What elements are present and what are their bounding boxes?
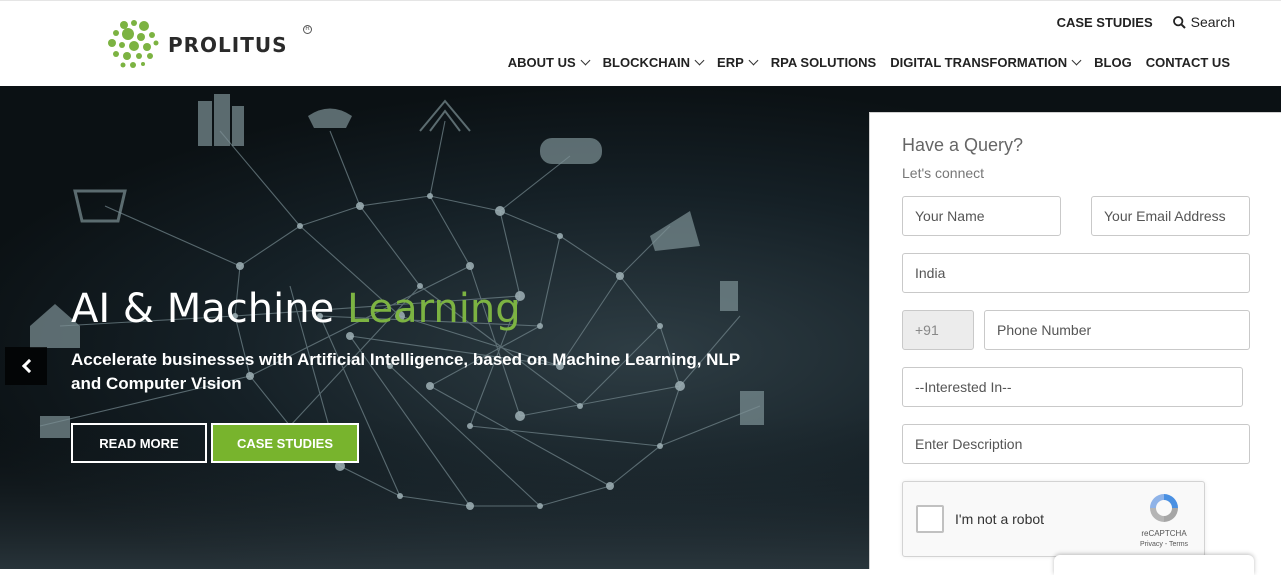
utility-links: CASE STUDIES Search <box>1057 14 1235 30</box>
nav-digital-transformation-label: DIGITAL TRANSFORMATION <box>890 55 1068 70</box>
logo-wordmark: PROLITUS <box>168 33 288 57</box>
nav-about-us[interactable]: ABOUT US <box>507 55 591 70</box>
chat-widget-tab[interactable] <box>1054 555 1254 575</box>
registered-mark: R <box>303 25 312 34</box>
query-form-panel: Have a Query? Let's connect Your Name Yo… <box>869 112 1281 569</box>
interested-in-select[interactable]: --Interested In-- <box>902 367 1243 407</box>
nav-blog[interactable]: BLOG <box>1094 55 1132 70</box>
nav-contact-us[interactable]: CONTACT US <box>1146 55 1230 70</box>
query-form-title: Have a Query? <box>902 135 1024 155</box>
read-more-button[interactable]: READ MORE <box>71 423 207 463</box>
description-field[interactable]: Enter Description <box>902 424 1250 464</box>
hero-subtitle: Accelerate businesses with Artificial In… <box>71 350 740 393</box>
nav-rpa-solutions-label: RPA SOLUTIONS <box>770 55 877 70</box>
search-button[interactable]: Search <box>1172 14 1235 30</box>
recaptcha-links[interactable]: Privacy - Terms <box>1125 541 1203 548</box>
chevron-down-icon <box>1071 55 1082 65</box>
query-form-subtitle: Let's connect <box>902 165 985 181</box>
chevron-down-icon <box>694 55 705 65</box>
hero-title-main: AI & Machine <box>71 286 347 332</box>
hero-title-accent: Learning <box>346 286 521 332</box>
logo-mark-icon <box>108 20 159 68</box>
country-field[interactable]: India <box>902 253 1250 293</box>
nav-digital-transformation[interactable]: DIGITAL TRANSFORMATION <box>890 55 1082 70</box>
slider-prev-arrow[interactable] <box>5 347 47 385</box>
nav-rpa-solutions[interactable]: RPA SOLUTIONS <box>771 55 876 70</box>
case-studies-link[interactable]: CASE STUDIES <box>1057 15 1153 30</box>
main-navigation: ABOUT US BLOCKCHAIN ERP RPA SOLUTIONS DI… <box>508 55 1230 70</box>
recaptcha-logo-icon <box>1150 494 1178 522</box>
chevron-down-icon <box>748 55 759 65</box>
nav-erp[interactable]: ERP <box>717 55 759 70</box>
nav-blog-label: BLOG <box>1094 55 1132 70</box>
recaptcha-widget: I'm not a robot reCAPTCHA Privacy - Term… <box>902 481 1205 557</box>
phone-code-field: +91 <box>902 310 974 350</box>
nav-blockchain[interactable]: BLOCKCHAIN <box>602 55 705 70</box>
nav-blockchain-label: BLOCKCHAIN <box>602 55 691 70</box>
phone-number-field[interactable]: Phone Number <box>984 310 1250 350</box>
recaptcha-brand: reCAPTCHA <box>1141 529 1187 538</box>
nav-erp-label: ERP <box>717 55 744 70</box>
name-field[interactable]: Your Name <box>902 196 1061 236</box>
prolitus-logo[interactable]: PROLITUS R <box>106 19 316 71</box>
hero-title: AI & Machine Learning <box>71 286 521 332</box>
recaptcha-checkbox[interactable] <box>916 505 944 533</box>
email-field[interactable]: Your Email Address <box>1091 196 1250 236</box>
nav-about-us-label: ABOUT US <box>507 55 576 70</box>
site-header: PROLITUS R CASE STUDIES Search ABOUT US … <box>0 0 1281 86</box>
chevron-down-icon <box>580 55 591 65</box>
hero-case-studies-button[interactable]: CASE STUDIES <box>211 423 359 463</box>
search-label: Search <box>1190 14 1235 30</box>
chevron-left-icon <box>21 358 36 374</box>
nav-contact-us-label: CONTACT US <box>1145 55 1230 70</box>
search-icon <box>1172 15 1186 29</box>
recaptcha-label: I'm not a robot <box>955 511 1045 527</box>
